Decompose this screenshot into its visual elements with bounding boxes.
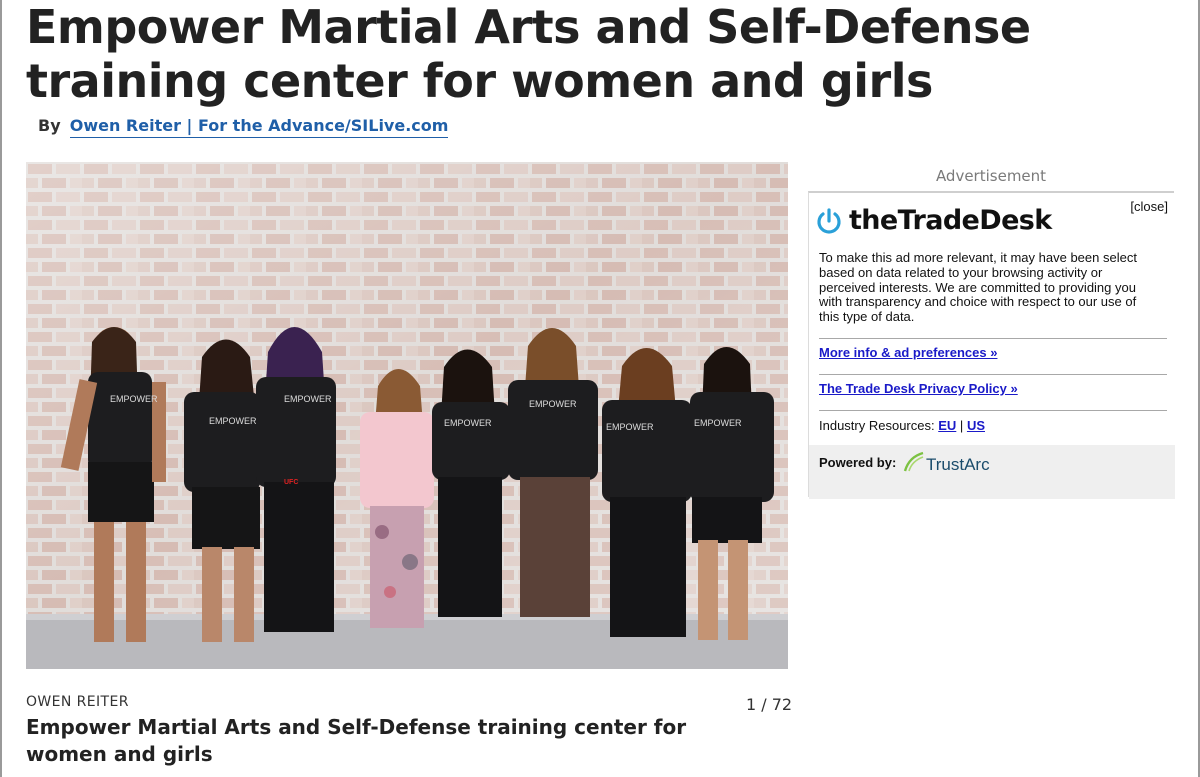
photo-caption: Empower Martial Arts and Self-Defense tr… bbox=[26, 715, 687, 766]
trustarc-swoosh-icon bbox=[903, 451, 924, 472]
privacy-policy-link[interactable]: The Trade Desk Privacy Policy » bbox=[819, 381, 1018, 396]
powered-by-label: Powered by: bbox=[819, 455, 897, 470]
byline: By Owen Reiter | For the Advance/SILive.… bbox=[38, 116, 449, 138]
gallery-photo[interactable]: EMPOWER EMPOWER UFC EMPOWER EMPOWER EMPO… bbox=[26, 162, 788, 669]
powered-by-bar: Powered by: TrustArc bbox=[809, 445, 1175, 499]
gallery-counter: 1 / 72 bbox=[746, 695, 793, 714]
shirt-text: EMPOWER bbox=[694, 418, 742, 428]
shirt-text: EMPOWER bbox=[529, 399, 577, 409]
shirt-text: EMPOWER bbox=[284, 394, 332, 404]
shirt-text: EMPOWER bbox=[209, 416, 257, 426]
byline-author-link[interactable]: Owen Reiter | For the Advance/SILive.com bbox=[69, 116, 449, 138]
power-icon bbox=[817, 207, 841, 234]
article-headline: Empower Martial Arts and Self-Defense tr… bbox=[26, 0, 1031, 108]
shorts-logo: UFC bbox=[284, 479, 298, 486]
shirt-text: EMPOWER bbox=[606, 422, 654, 432]
ad-disclosure-text: To make this ad more relevant, it may ha… bbox=[819, 250, 1137, 325]
resources-us-link[interactable]: US bbox=[967, 418, 985, 433]
resources-separator: | bbox=[959, 418, 964, 433]
ad-choices-panel: [close] theTradeDesk To make this ad mor… bbox=[808, 191, 1175, 499]
shirt-text: EMPOWER bbox=[110, 394, 158, 404]
page-left-border bbox=[0, 0, 2, 777]
photo-credit: OWEN REITER bbox=[26, 694, 129, 710]
resources-eu-link[interactable]: EU bbox=[938, 418, 956, 433]
divider bbox=[819, 338, 1167, 339]
more-info-link[interactable]: More info & ad preferences » bbox=[819, 345, 997, 360]
tradedesk-logo: theTradeDesk bbox=[815, 205, 1052, 236]
divider bbox=[819, 410, 1167, 411]
byline-prefix: By bbox=[38, 116, 61, 135]
trustarc-brand: TrustArc bbox=[926, 455, 990, 474]
tradedesk-brand: theTradeDesk bbox=[849, 205, 1052, 236]
resources-label: Industry Resources: bbox=[819, 418, 935, 433]
trustarc-logo[interactable]: TrustArc bbox=[903, 449, 990, 475]
shirt-text: EMPOWER bbox=[444, 418, 492, 428]
industry-resources: Industry Resources: EU | US bbox=[819, 418, 985, 433]
divider bbox=[819, 374, 1167, 375]
ad-close-button[interactable]: [close] bbox=[1130, 199, 1168, 214]
ad-label: Advertisement bbox=[935, 167, 1047, 185]
